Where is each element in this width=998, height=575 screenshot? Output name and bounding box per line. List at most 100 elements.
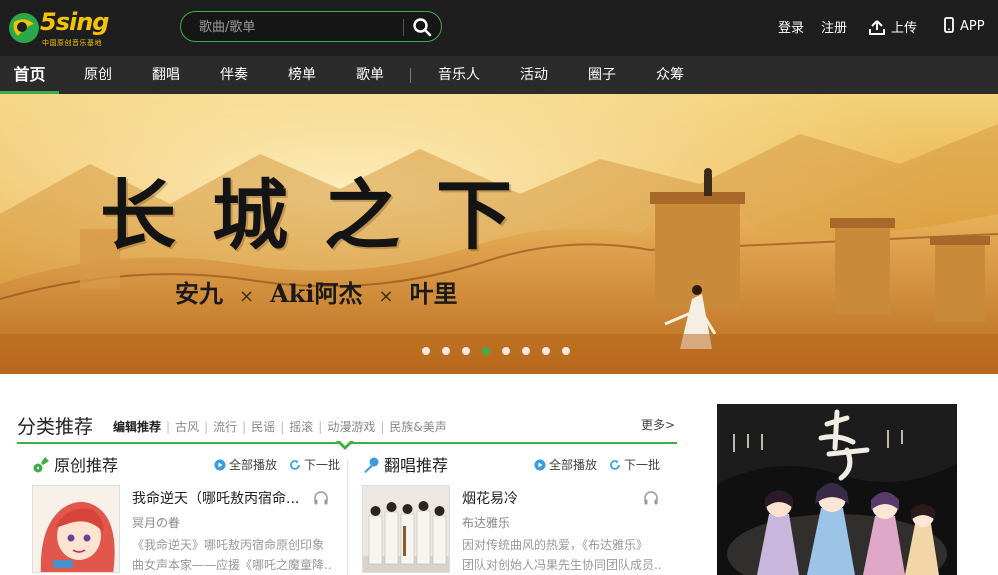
upload-icon: [869, 20, 885, 35]
microphone-icon: [364, 457, 379, 473]
original-actions: 全部播放 下一批: [202, 456, 340, 473]
cover-song-artist[interactable]: 布达雅乐: [462, 514, 510, 531]
nav-item-events[interactable]: 活动: [511, 56, 557, 94]
nav-item-original[interactable]: 原创: [75, 56, 121, 94]
column-divider: [347, 460, 348, 575]
category-tab-ancient[interactable]: 古风: [175, 420, 199, 434]
banner-title: 长城之下: [100, 171, 548, 260]
cover-recommend-title: 翻唱推荐: [362, 452, 448, 476]
tab-separator: |: [280, 420, 285, 434]
category-tab-folk[interactable]: 民谣: [251, 420, 275, 434]
nav-item-crowdfunding[interactable]: 众筹: [647, 56, 693, 94]
tab-separator: |: [380, 420, 385, 434]
banner-separator: ×: [378, 286, 394, 307]
hero-banner[interactable]: 长城之下 安九 × Aki阿杰 × 叶里: [0, 94, 998, 374]
search-icon[interactable]: [411, 16, 433, 38]
mobile-phone-icon: [944, 17, 954, 33]
banner-dot[interactable]: [482, 347, 490, 355]
tab-separator: |: [242, 420, 247, 434]
original-play-all-button[interactable]: 全部播放: [214, 458, 277, 472]
top-header: 5sing 中国原创音乐基地 登录 注册 上传: [0, 0, 998, 56]
nav-item-playlists[interactable]: 歌单: [347, 56, 393, 94]
nav-item-charts[interactable]: 榜单: [279, 56, 325, 94]
category-tab-pop[interactable]: 流行: [213, 420, 237, 434]
login-link[interactable]: 登录: [778, 17, 804, 36]
tab-separator: |: [166, 420, 171, 434]
cover-song-title[interactable]: 烟花易冷: [462, 488, 632, 508]
next-batch-label: 下一批: [624, 458, 661, 472]
side-promo-poster[interactable]: [717, 404, 957, 575]
refresh-icon: [610, 460, 620, 470]
refresh-icon: [290, 460, 300, 470]
upload-label: 上传: [891, 21, 918, 36]
page: 5sing 中国原创音乐基地 登录 注册 上传: [0, 0, 998, 575]
cover-song-description: 因对传统曲风的热爱，《布达雅乐》 团队对创始人冯果先生协同团队成员...: [462, 535, 662, 575]
banner-dot[interactable]: [542, 347, 550, 355]
site-logo[interactable]: 5sing 中国原创音乐基地: [8, 8, 118, 48]
original-recommend-label: 原创推荐: [54, 456, 119, 475]
banner-dot[interactable]: [442, 347, 450, 355]
category-tab-editor[interactable]: 编辑推荐: [113, 420, 161, 434]
tab-separator: |: [204, 420, 209, 434]
banner-artist: 叶里: [409, 279, 458, 308]
banner-dot[interactable]: [522, 347, 530, 355]
original-recommend-column: 原创推荐 全部播放 下一批 我命逆天（哪吒敖丙宿命... 冥月の眷 《我命逆天》…: [32, 452, 340, 575]
poster-artwork: [717, 404, 957, 575]
original-song-cover[interactable]: [32, 485, 120, 573]
next-batch-label: 下一批: [304, 458, 341, 472]
tab-pointer-arrow: [336, 439, 354, 450]
register-link[interactable]: 注册: [821, 17, 847, 36]
description-line: 团队对创始人冯果先生协同团队成员...: [462, 558, 662, 572]
category-more-link[interactable]: 更多>: [641, 416, 675, 433]
description-line: 《我命逆天》哪吒敖丙宿命原创印象: [132, 538, 325, 552]
search-input[interactable]: [199, 18, 399, 36]
banner-dot[interactable]: [562, 347, 570, 355]
app-link[interactable]: APP: [944, 17, 985, 34]
cover-song-cover[interactable]: [362, 485, 450, 573]
category-tab-rock[interactable]: 摇滚: [289, 420, 313, 434]
play-circle-icon: [214, 459, 226, 471]
play-all-label: 全部播放: [549, 458, 598, 472]
banner-artist: 安九: [175, 279, 223, 308]
headphone-icon[interactable]: [643, 490, 659, 506]
cover-play-all-button[interactable]: 全部播放: [534, 458, 597, 472]
cover-next-batch-button[interactable]: 下一批: [609, 458, 660, 472]
category-title: 分类推荐: [17, 416, 94, 438]
category-tab-ethnic-bel-canto[interactable]: 民族&美声: [389, 420, 446, 434]
app-label: APP: [960, 19, 985, 34]
original-cover-art: [33, 486, 119, 572]
logo-brand-text: 5sing: [40, 8, 109, 36]
description-line: 因对传统曲风的热爱，《布达雅乐》: [462, 538, 649, 552]
main-nav: 首页 原创 翻唱 伴奏 榜单 歌单 音乐人 活动 圈子 众筹: [0, 56, 998, 94]
search-box: [180, 11, 442, 42]
logo-slogan: 中国原创音乐基地: [42, 39, 102, 47]
cover-group-photo: [363, 486, 449, 572]
tab-separator: |: [318, 420, 323, 434]
play-all-label: 全部播放: [229, 458, 278, 472]
play-circle-icon: [534, 459, 546, 471]
category-tab-anime-game[interactable]: 动漫游戏: [327, 420, 375, 434]
banner-dot[interactable]: [422, 347, 430, 355]
original-song-title[interactable]: 我命逆天（哪吒敖丙宿命...: [132, 488, 302, 508]
original-recommend-title: 原创推荐: [32, 452, 118, 476]
original-next-batch-button[interactable]: 下一批: [289, 458, 340, 472]
banner-dot[interactable]: [462, 347, 470, 355]
nav-item-circles[interactable]: 圈子: [579, 56, 625, 94]
description-line: 曲女声本家——应援《哪吒之魔童降...: [132, 558, 332, 572]
nav-item-accompaniment[interactable]: 伴奏: [211, 56, 257, 94]
category-tabs: 编辑推荐 | 古风 | 流行 | 民谣 | 摇滚 | 动漫游戏 | 民族&美声: [113, 418, 447, 435]
headphone-icon[interactable]: [313, 490, 329, 506]
logo-mark-icon: [9, 13, 39, 43]
banner-artist: Aki阿杰: [270, 279, 363, 308]
banner-separator: ×: [239, 286, 255, 307]
original-song-description: 《我命逆天》哪吒敖丙宿命原创印象 曲女声本家——应援《哪吒之魔童降...: [132, 535, 332, 575]
original-song-artist[interactable]: 冥月の眷: [132, 514, 180, 531]
cover-recommend-column: 翻唱推荐 全部播放 下一批 烟花易冷 布达雅乐 因对传统曲风的热爱，《布达雅乐》…: [362, 452, 677, 575]
upload-link[interactable]: 上传: [869, 17, 917, 36]
cover-actions: 全部播放 下一批: [522, 456, 660, 473]
nav-item-musicians[interactable]: 音乐人: [430, 56, 488, 94]
nav-item-cover[interactable]: 翻唱: [143, 56, 189, 94]
banner-subtitle: 安九 × Aki阿杰 × 叶里: [175, 274, 458, 309]
banner-dot[interactable]: [502, 347, 510, 355]
nav-item-home[interactable]: 首页: [0, 56, 59, 94]
